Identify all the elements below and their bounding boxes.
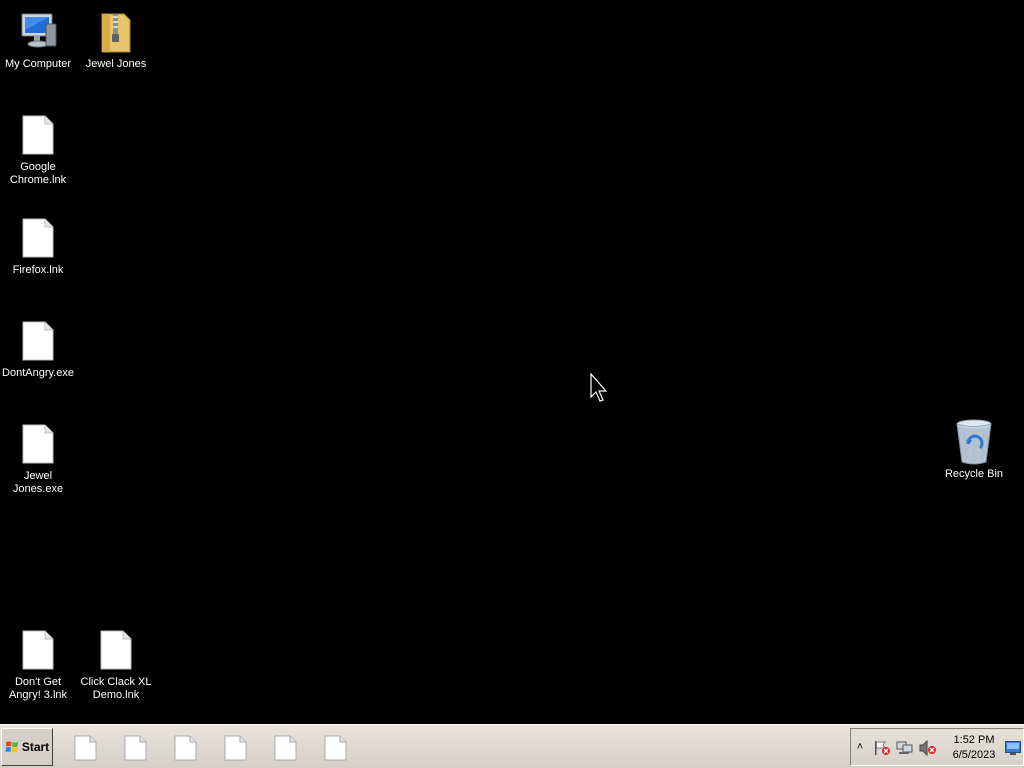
start-button[interactable]: Start (1, 728, 53, 766)
chrome-shortcut[interactable]: Google Chrome.lnk (0, 111, 76, 187)
chrome-shortcut-label: Google Chrome.lnk (9, 161, 67, 186)
jewel-jones-exe[interactable]: Jewel Jones.exe (0, 420, 76, 496)
file-icon (14, 626, 62, 674)
click-clack-shortcut[interactable]: Click Clack XL Demo.lnk (78, 626, 154, 702)
recycle-bin-icon (950, 418, 998, 466)
clock-time: 1:52 PM (953, 734, 995, 746)
show-desktop-icon[interactable] (1005, 741, 1021, 755)
dont-get-angry-label: Don't Get Angry! 3.lnk (8, 676, 68, 701)
clock-date: 6/5/2023 (952, 749, 996, 761)
file-icon (14, 111, 62, 159)
jewel-jones-exe-label: Jewel Jones.exe (12, 470, 64, 495)
expand-tray-icon[interactable]: ˄ (853, 740, 867, 754)
recycle-bin-label: Recycle Bin (944, 468, 1004, 480)
desktop: My Computer Jewel Jones Google Chrome.ln… (0, 0, 1024, 724)
click-clack-label: Click Clack XL Demo.lnk (80, 676, 152, 701)
volume-muted-icon[interactable] (919, 740, 937, 756)
network-icon[interactable] (896, 740, 914, 756)
taskbar-quick-launch (72, 735, 348, 761)
dont-get-angry-shortcut[interactable]: Don't Get Angry! 3.lnk (0, 626, 76, 702)
taskbar: Start ˄ 1:52 PM 6/5/2023 (0, 724, 1024, 768)
my-computer-shortcut[interactable]: My Computer (0, 8, 76, 71)
taskbar-file-icon[interactable] (172, 735, 198, 761)
recycle-bin[interactable]: Recycle Bin (936, 418, 1012, 481)
taskbar-file-icon[interactable] (122, 735, 148, 761)
action-center-flag-icon[interactable] (873, 740, 891, 756)
system-tray: ˄ 1:52 PM 6/5/2023 (850, 728, 1024, 766)
computer-icon (14, 8, 62, 56)
firefox-shortcut[interactable]: Firefox.lnk (0, 214, 76, 277)
jewel-jones-folder-label: Jewel Jones (85, 58, 147, 70)
clock[interactable]: 1:52 PM 6/5/2023 (947, 733, 1001, 763)
file-icon (14, 214, 62, 262)
dontangry-exe-label: DontAngry.exe (2, 367, 74, 379)
zip-folder-icon (92, 8, 140, 56)
taskbar-file-icon[interactable] (272, 735, 298, 761)
my-computer-label: My Computer (4, 58, 72, 70)
firefox-shortcut-label: Firefox.lnk (12, 264, 64, 276)
file-icon (14, 420, 62, 468)
dontangry-exe[interactable]: DontAngry.exe (0, 317, 76, 380)
file-icon (92, 626, 140, 674)
start-label: Start (21, 740, 50, 754)
taskbar-file-icon[interactable] (72, 735, 98, 761)
taskbar-file-icon[interactable] (222, 735, 248, 761)
windows-logo-icon (5, 741, 18, 753)
mouse-pointer-icon (590, 373, 608, 402)
file-icon (14, 317, 62, 365)
taskbar-file-icon[interactable] (322, 735, 348, 761)
jewel-jones-folder[interactable]: Jewel Jones (78, 8, 154, 71)
